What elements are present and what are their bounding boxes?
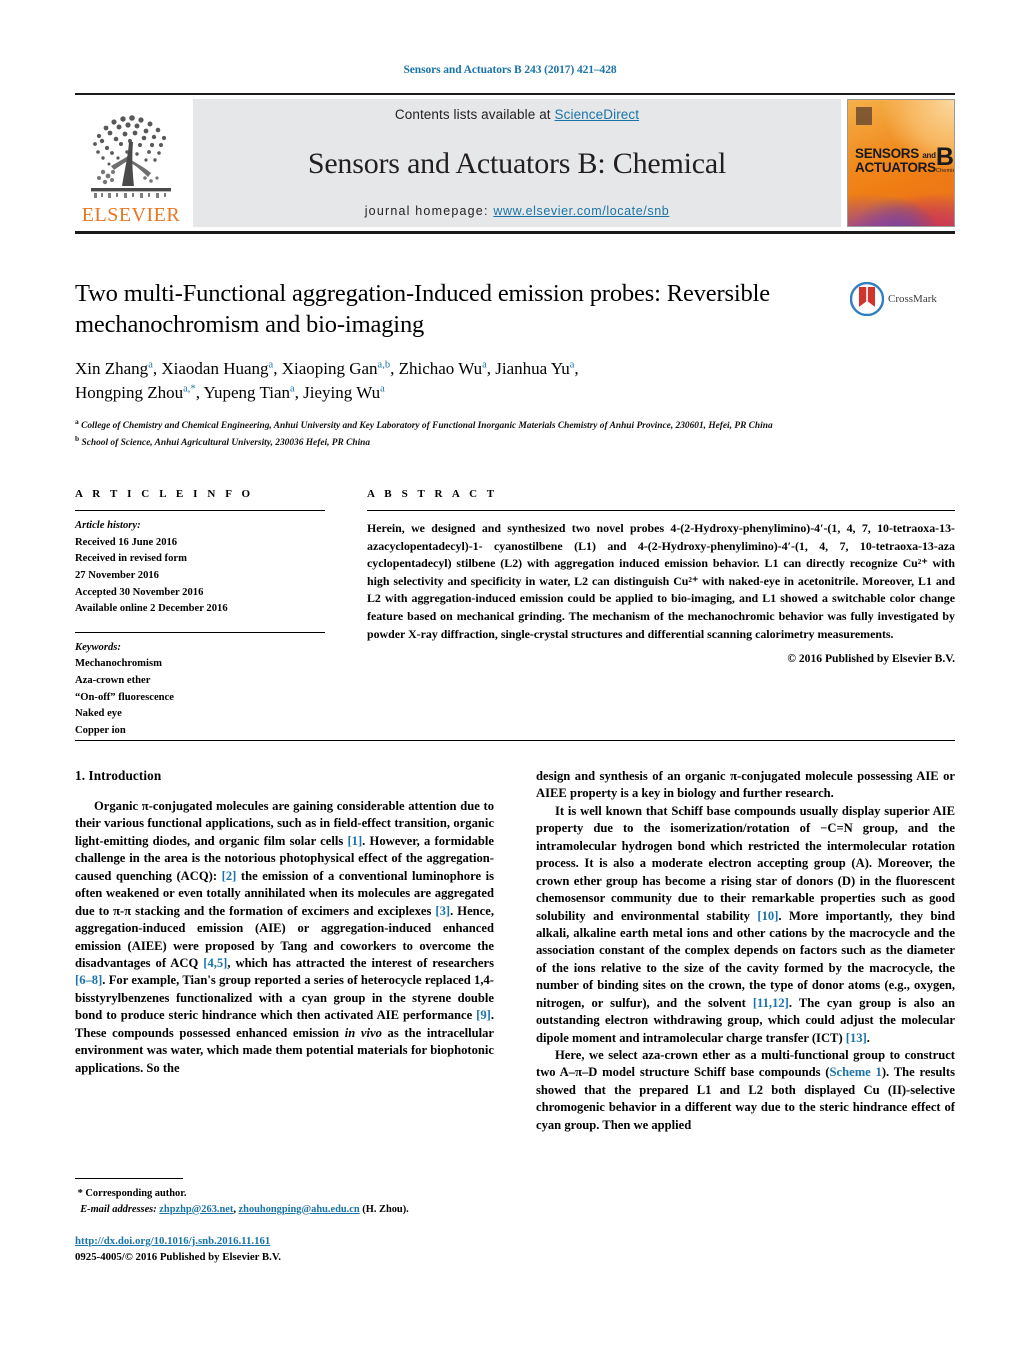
masthead-top-rule xyxy=(75,93,955,95)
history-item: Accepted 30 November 2016 xyxy=(75,586,204,598)
keywords-block: Keywords: Mechanochromism Aza-crown ethe… xyxy=(75,640,325,740)
issn-copyright-line: 0925-4005/© 2016 Published by Elsevier B… xyxy=(75,1250,281,1263)
abstract-copyright: © 2016 Published by Elsevier B.V. xyxy=(787,652,955,666)
footnote-rule xyxy=(75,1178,183,1179)
authors-line-1: Xin Zhanga, Xiaodan Huanga, Xiaoping Gan… xyxy=(75,358,579,378)
email-label: E-mail addresses: xyxy=(80,1203,157,1215)
crossmark-label: CrossMark xyxy=(888,293,937,305)
contents-available-line: Contents lists available at ScienceDirec… xyxy=(395,107,639,122)
keyword-item: Naked eye xyxy=(75,708,122,720)
article-history-block: Article history: Received 16 June 2016 R… xyxy=(75,518,325,618)
keywords-rule xyxy=(75,631,325,633)
elsevier-wordmark: ELSEVIER xyxy=(81,204,181,226)
footnote-text: * Corresponding author. E-mail addresses… xyxy=(75,1186,494,1217)
abstract-heading: A B S T R A C T xyxy=(367,488,498,500)
history-item: 27 November 2016 xyxy=(75,569,159,581)
running-head: Sensors and Actuators B 243 (2017) 421–4… xyxy=(403,64,617,76)
journal-title: Sensors and Actuators B: Chemical xyxy=(307,146,727,180)
email-suffix: (H. Zhou). xyxy=(359,1203,409,1215)
homepage-prefix: journal homepage: xyxy=(364,204,494,218)
page-title: Two multi-Functional aggregation-Induced… xyxy=(75,280,771,339)
article-info-column: A R T I C L E I N F O Article history: R… xyxy=(75,488,325,740)
corresponding-author-footnote: * Corresponding author. E-mail addresses… xyxy=(75,1178,494,1217)
history-item: Received 16 June 2016 xyxy=(75,536,178,548)
paragraph: design and synthesis of an organic π-con… xyxy=(536,769,955,801)
body-columns: 1. Introduction Organic π-conjugated mol… xyxy=(75,768,955,1134)
article-info-heading: A R T I C L E I N F O xyxy=(75,488,254,500)
journal-masthead: ELSEVIER Contents lists available at Sci… xyxy=(75,93,955,234)
affiliation-b: b School of Science, Anhui Agricultural … xyxy=(75,434,371,449)
cover-letter: B xyxy=(935,143,954,171)
email-link-1[interactable]: zhpzhp@263.net xyxy=(159,1204,233,1215)
keywords-label: Keywords: xyxy=(75,641,121,653)
cover-line1: SENSORS xyxy=(855,146,919,161)
paragraph: Organic π-conjugated molecules are gaini… xyxy=(75,799,494,1075)
doi-block: http://dx.doi.org/10.1016/j.snb.2016.11.… xyxy=(75,1234,575,1266)
cover-wordmark: SENSORS and ACTUATORS xyxy=(855,147,936,175)
history-item: Available online 2 December 2016 xyxy=(75,603,228,615)
affiliations: a College of Chemistry and Chemical Engi… xyxy=(75,416,875,450)
section-heading-introduction: 1. Introduction xyxy=(75,768,162,783)
journal-band: Contents lists available at ScienceDirec… xyxy=(193,99,841,227)
body-column-left: 1. Introduction Organic π-conjugated mol… xyxy=(75,768,494,1134)
abstract-rule xyxy=(367,510,955,511)
crossmark-icon xyxy=(850,282,884,316)
cover-letter-subtitle: Chemical xyxy=(935,168,954,175)
authors-line-2: Hongping Zhoua,*, Yupeng Tiana, Jieying … xyxy=(75,382,385,402)
paragraph: It is well known that Schiff base compou… xyxy=(536,803,956,1045)
keyword-item: Aza-crown ether xyxy=(75,675,151,686)
article-history-label: Article history: xyxy=(75,520,141,531)
email-link-2[interactable]: zhouhongping@ahu.edu.cn xyxy=(239,1204,360,1215)
body-column-right: design and synthesis of an organic π-con… xyxy=(536,768,955,1134)
journal-homepage-link[interactable]: www.elsevier.com/locate/snb xyxy=(493,204,669,218)
crossmark-badge[interactable]: CrossMark xyxy=(850,282,955,316)
history-item: Received in revised form xyxy=(75,553,187,565)
cover-bottom-artwork xyxy=(848,184,954,226)
keyword-item: Copper ion xyxy=(75,724,126,736)
elsevier-tree-icon xyxy=(91,115,171,198)
abstract-text: Herein, we designed and synthesized two … xyxy=(367,521,955,641)
corresponding-label: Corresponding author. xyxy=(85,1188,187,1199)
cover-elsevier-mark-icon xyxy=(856,107,872,125)
corresponding-author-line: * Corresponding author. xyxy=(75,1186,494,1202)
cover-line2: ACTUATORS xyxy=(855,159,936,175)
journal-cover-thumbnail: SENSORS and ACTUATORS B Chemical xyxy=(847,99,955,227)
article-info-rule xyxy=(75,510,325,511)
sciencedirect-link[interactable]: ScienceDirect xyxy=(555,107,640,122)
keyword-item: Mechanochromism xyxy=(75,658,162,670)
body-separator-rule xyxy=(75,740,955,741)
journal-homepage-line: journal homepage: www.elsevier.com/locat… xyxy=(365,204,670,218)
authors-list: Xin Zhanga, Xiaodan Huanga, Xiaoping Gan… xyxy=(75,357,835,405)
corresponding-marker: * xyxy=(77,1188,83,1199)
cover-line1-small: and xyxy=(922,151,936,160)
title-block: Two multi-Functional aggregation-Induced… xyxy=(75,278,955,450)
abstract-column: A B S T R A C T Herein, we designed and … xyxy=(367,488,955,740)
masthead-bottom-rule xyxy=(75,231,955,234)
elsevier-logo: ELSEVIER xyxy=(75,99,187,227)
doi-link[interactable]: http://dx.doi.org/10.1016/j.snb.2016.11.… xyxy=(75,1235,270,1247)
contents-prefix: Contents lists available at xyxy=(394,107,555,122)
paragraph: Here, we select aza-crown ether as a mul… xyxy=(536,1048,956,1132)
email-line: E-mail addresses: zhpzhp@263.net, zhouho… xyxy=(75,1202,494,1218)
article-page: Sensors and Actuators B 243 (2017) 421–4… xyxy=(0,0,1020,1351)
affiliation-a: a College of Chemistry and Chemical Engi… xyxy=(75,416,773,432)
keyword-item: “On-off” fluorescence xyxy=(75,691,174,703)
info-abstract-row: A R T I C L E I N F O Article history: R… xyxy=(75,488,955,740)
